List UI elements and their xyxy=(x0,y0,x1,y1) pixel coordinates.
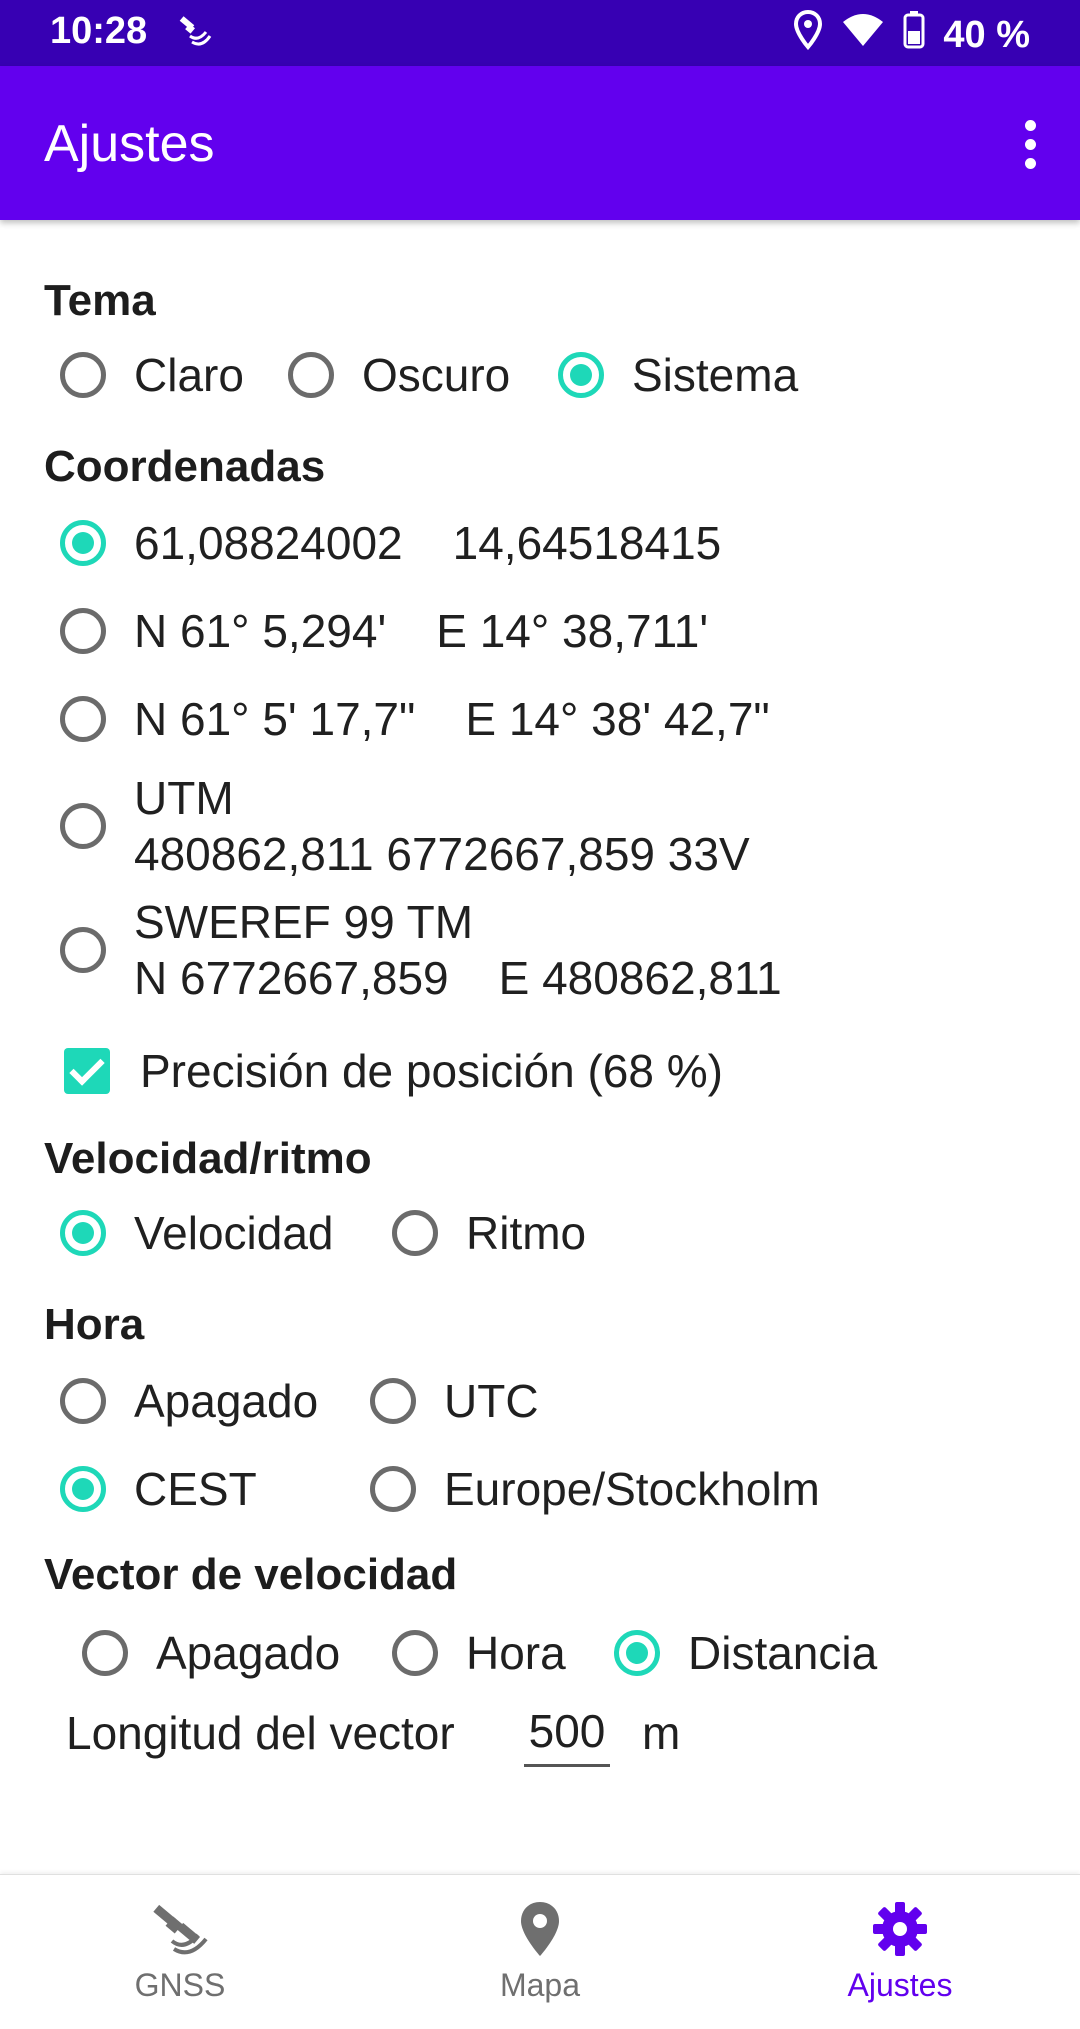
label-vector-hora: Hora xyxy=(466,1627,566,1679)
coord-dm-lat: N 61° 5,294' xyxy=(134,605,387,657)
status-right-group: 40 % xyxy=(793,9,1030,60)
label-vector-apagado: Apagado xyxy=(156,1627,341,1679)
coord-option-dm[interactable]: N 61° 5,294' E 14° 38,711' xyxy=(60,604,708,658)
velocidad-option-ritmo[interactable]: Ritmo xyxy=(392,1206,586,1260)
page-title: Ajustes xyxy=(44,115,215,173)
coord-option-utm[interactable]: UTM 480862,811 6772667,859 33V xyxy=(60,770,750,882)
coord-sweref-title: SWEREF 99 TM xyxy=(134,896,474,948)
hora-option-stockholm[interactable]: Europe/Stockholm xyxy=(370,1462,820,1516)
vector-length-unit: m xyxy=(642,1707,681,1759)
wifi-icon xyxy=(841,12,885,58)
radio-coord-utm[interactable] xyxy=(60,803,106,849)
coord-dms-lon: E 14° 38' 42,7" xyxy=(465,693,770,745)
coord-sweref-n: N 6772667,859 xyxy=(134,952,449,1004)
radio-sistema[interactable] xyxy=(558,352,604,398)
radio-hora-utc[interactable] xyxy=(370,1378,416,1424)
precision-label: Precisión de posición (68 %) xyxy=(140,1045,723,1097)
tema-option-claro[interactable]: Claro xyxy=(60,348,244,402)
coord-option-dms[interactable]: N 61° 5' 17,7" E 14° 38' 42,7" xyxy=(60,692,770,746)
radio-coord-dm[interactable] xyxy=(60,608,106,654)
satellite-status-icon xyxy=(176,14,212,53)
coord-dms-lat: N 61° 5' 17,7" xyxy=(134,693,416,745)
vector-length-label: Longitud del vector xyxy=(66,1707,455,1759)
tema-option-oscuro[interactable]: Oscuro xyxy=(288,348,510,402)
coord-sweref-e: E 480862,811 xyxy=(498,952,782,1004)
coord-utm-value: 480862,811 6772667,859 33V xyxy=(134,828,750,880)
label-hora-stockholm: Europe/Stockholm xyxy=(444,1463,820,1515)
vector-option-hora[interactable]: Hora xyxy=(392,1626,566,1680)
satellite-icon xyxy=(150,1899,210,1959)
label-hora-cest: CEST xyxy=(134,1463,257,1515)
radio-hora-apagado[interactable] xyxy=(60,1378,106,1424)
label-ritmo: Ritmo xyxy=(466,1207,587,1259)
app-bar: Ajustes xyxy=(0,66,1080,220)
vector-length-input[interactable]: 500 xyxy=(524,1704,610,1767)
coord-utm-title: UTM xyxy=(134,772,234,824)
status-bar: 10:28 40 % xyxy=(0,0,1080,66)
radio-hora-stockholm[interactable] xyxy=(370,1466,416,1512)
battery-percent: 40 % xyxy=(943,13,1030,56)
precision-checkbox[interactable] xyxy=(64,1048,110,1094)
label-hora-apagado: Apagado xyxy=(134,1375,319,1427)
coord-option-decimal[interactable]: 61,08824002 14,64518415 xyxy=(60,516,721,570)
radio-hora-cest[interactable] xyxy=(60,1466,106,1512)
status-time: 10:28 xyxy=(50,10,148,52)
label-velocidad: Velocidad xyxy=(134,1207,334,1259)
nav-item-ajustes[interactable]: Ajustes xyxy=(720,1875,1080,2029)
bottom-navigation: GNSS Mapa Ajustes xyxy=(0,1874,1080,2029)
vector-heading: Vector de velocidad xyxy=(44,1550,458,1599)
coord-option-sweref[interactable]: SWEREF 99 TM N 6772667,859 E 480862,811 xyxy=(60,894,782,1006)
location-icon xyxy=(793,9,823,60)
nav-label-gnss: GNSS xyxy=(134,1967,226,2003)
coord-dm-lon: E 14° 38,711' xyxy=(436,605,709,657)
nav-label-mapa: Mapa xyxy=(499,1967,581,2003)
radio-vector-hora[interactable] xyxy=(392,1630,438,1676)
radio-oscuro[interactable] xyxy=(288,352,334,398)
velocidad-option-velocidad[interactable]: Velocidad xyxy=(60,1206,334,1260)
hora-option-utc[interactable]: UTC xyxy=(370,1374,539,1428)
hora-option-cest[interactable]: CEST xyxy=(60,1462,257,1516)
more-vert-icon[interactable] xyxy=(1008,106,1052,182)
nav-label-ajustes: Ajustes xyxy=(847,1967,953,2003)
velocidad-heading: Velocidad/ritmo xyxy=(44,1134,372,1183)
radio-vector-apagado[interactable] xyxy=(82,1630,128,1676)
radio-vector-distancia[interactable] xyxy=(614,1630,660,1676)
coord-decimal-lon: 14,64518415 xyxy=(452,517,722,569)
radio-coord-dms[interactable] xyxy=(60,696,106,742)
vector-option-distancia[interactable]: Distancia xyxy=(614,1626,877,1680)
label-claro: Claro xyxy=(134,349,244,401)
label-sistema: Sistema xyxy=(632,349,799,401)
nav-item-gnss[interactable]: GNSS xyxy=(0,1875,360,2029)
radio-coord-decimal[interactable] xyxy=(60,520,106,566)
coordenadas-heading: Coordenadas xyxy=(44,442,326,491)
radio-coord-sweref[interactable] xyxy=(60,927,106,973)
label-oscuro: Oscuro xyxy=(362,349,511,401)
label-hora-utc: UTC xyxy=(444,1375,539,1427)
radio-claro[interactable] xyxy=(60,352,106,398)
nav-item-mapa[interactable]: Mapa xyxy=(360,1875,720,2029)
coord-decimal-lat: 61,08824002 xyxy=(134,517,403,569)
tema-heading: Tema xyxy=(44,276,156,325)
tema-option-sistema[interactable]: Sistema xyxy=(558,348,798,402)
hora-option-apagado[interactable]: Apagado xyxy=(60,1374,318,1428)
battery-icon xyxy=(903,11,925,59)
radio-ritmo[interactable] xyxy=(392,1210,438,1256)
label-vector-distancia: Distancia xyxy=(688,1627,878,1679)
map-pin-icon xyxy=(518,1899,562,1959)
gear-icon xyxy=(871,1899,929,1959)
radio-velocidad[interactable] xyxy=(60,1210,106,1256)
vector-option-apagado[interactable]: Apagado xyxy=(82,1626,340,1680)
precision-checkbox-row[interactable]: Precisión de posición (68 %) xyxy=(64,1044,723,1098)
hora-heading: Hora xyxy=(44,1300,145,1349)
